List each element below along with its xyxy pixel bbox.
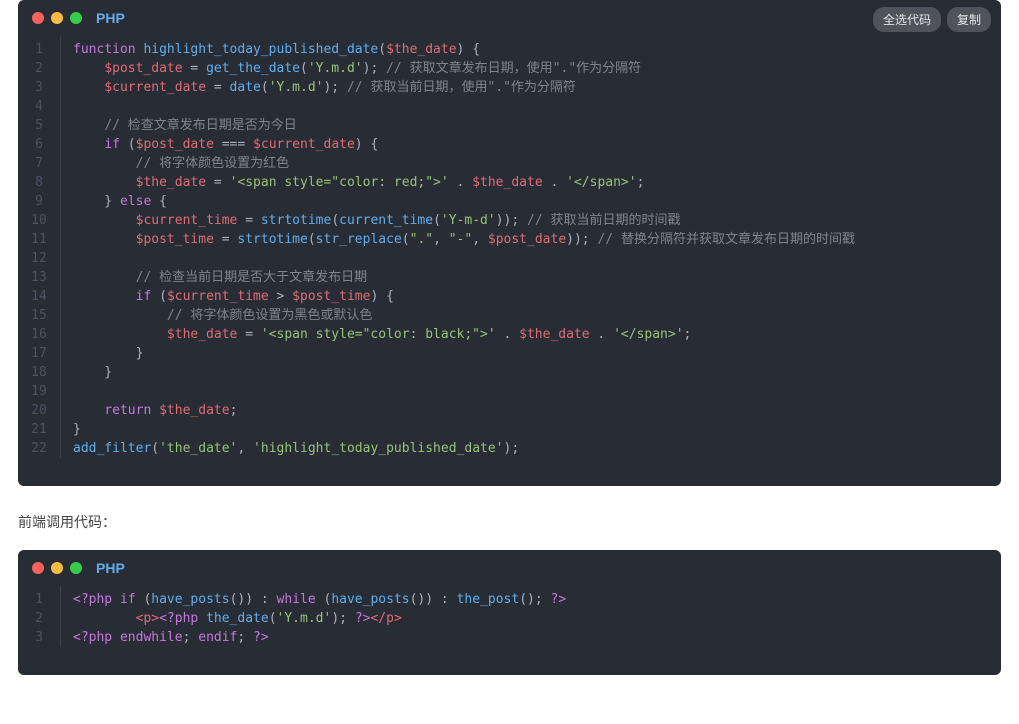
copy-button[interactable]: 复制	[947, 7, 991, 32]
language-label: PHP	[96, 10, 125, 26]
code-line: // 将字体颜色设置为黑色或默认色	[73, 306, 1001, 325]
line-number: 10	[18, 211, 60, 230]
code-line	[73, 382, 1001, 401]
line-number: 2	[18, 609, 60, 628]
dot-red-icon	[32, 562, 44, 574]
code-line: <p><?php the_date('Y.m.d'); ?></p>	[73, 609, 1001, 628]
code-line: return $the_date;	[73, 401, 1001, 420]
code-line: // 将字体颜色设置为红色	[73, 154, 1001, 173]
code-block-2: PHP 123 <?php if (have_posts()) : while …	[18, 550, 1001, 675]
line-number: 8	[18, 173, 60, 192]
line-gutter: 123	[18, 586, 60, 647]
code-content[interactable]: <?php if (have_posts()) : while (have_po…	[60, 586, 1001, 647]
code-content[interactable]: function highlight_today_published_date(…	[60, 36, 1001, 458]
code-header: PHP	[18, 550, 1001, 586]
code-line: // 检查文章发布日期是否为今日	[73, 116, 1001, 135]
line-number: 11	[18, 230, 60, 249]
code-line: // 检查当前日期是否大于文章发布日期	[73, 268, 1001, 287]
dot-green-icon	[70, 12, 82, 24]
code-line: function highlight_today_published_date(…	[73, 40, 1001, 59]
code-block-1: PHP 全选代码 复制 1234567891011121314151617181…	[18, 0, 1001, 486]
line-number: 1	[18, 590, 60, 609]
dot-orange-icon	[51, 12, 63, 24]
line-number: 19	[18, 382, 60, 401]
code-line: }	[73, 363, 1001, 382]
code-header: PHP 全选代码 复制	[18, 0, 1001, 36]
line-number: 1	[18, 40, 60, 59]
line-number: 4	[18, 97, 60, 116]
dot-green-icon	[70, 562, 82, 574]
code-body: 12345678910111213141516171819202122 func…	[18, 36, 1001, 486]
code-line	[73, 97, 1001, 116]
line-number: 13	[18, 268, 60, 287]
line-number: 3	[18, 628, 60, 647]
language-label: PHP	[96, 560, 125, 576]
line-number: 17	[18, 344, 60, 363]
code-line: $current_date = date('Y.m.d'); // 获取当前日期…	[73, 78, 1001, 97]
code-line: if ($post_date === $current_date) {	[73, 135, 1001, 154]
code-line: }	[73, 344, 1001, 363]
line-number: 3	[18, 78, 60, 97]
line-number: 18	[18, 363, 60, 382]
line-number: 21	[18, 420, 60, 439]
window-dots	[32, 562, 82, 574]
line-number: 9	[18, 192, 60, 211]
line-number: 12	[18, 249, 60, 268]
window-dots	[32, 12, 82, 24]
line-gutter: 12345678910111213141516171819202122	[18, 36, 60, 458]
code-line	[73, 249, 1001, 268]
line-number: 5	[18, 116, 60, 135]
line-number: 16	[18, 325, 60, 344]
line-number: 6	[18, 135, 60, 154]
select-all-button[interactable]: 全选代码	[873, 7, 941, 32]
code-line: <?php endwhile; endif; ?>	[73, 628, 1001, 647]
line-number: 15	[18, 306, 60, 325]
code-body: 123 <?php if (have_posts()) : while (hav…	[18, 586, 1001, 675]
code-line: $the_date = '<span style="color: red;">'…	[73, 173, 1001, 192]
intertext: 前端调用代码：	[18, 512, 1001, 532]
code-line: $post_time = strtotime(str_replace(".", …	[73, 230, 1001, 249]
header-buttons: 全选代码 复制	[873, 7, 991, 32]
code-line: <?php if (have_posts()) : while (have_po…	[73, 590, 1001, 609]
code-line: if ($current_time > $post_time) {	[73, 287, 1001, 306]
line-number: 22	[18, 439, 60, 458]
code-line: add_filter('the_date', 'highlight_today_…	[73, 439, 1001, 458]
line-number: 2	[18, 59, 60, 78]
dot-orange-icon	[51, 562, 63, 574]
dot-red-icon	[32, 12, 44, 24]
line-number: 14	[18, 287, 60, 306]
code-line: $the_date = '<span style="color: black;"…	[73, 325, 1001, 344]
code-line: } else {	[73, 192, 1001, 211]
code-line: $current_time = strtotime(current_time('…	[73, 211, 1001, 230]
code-line: $post_date = get_the_date('Y.m.d'); // 获…	[73, 59, 1001, 78]
line-number: 20	[18, 401, 60, 420]
code-line: }	[73, 420, 1001, 439]
line-number: 7	[18, 154, 60, 173]
